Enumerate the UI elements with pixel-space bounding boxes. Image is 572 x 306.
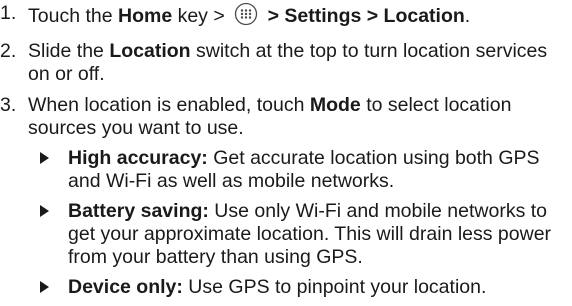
step-number: 2.: [0, 40, 17, 62]
list-item-battery-saving: Battery saving: Use only Wi-Fi and mobil…: [28, 200, 572, 269]
step-1: 1. Touch the Home key > > Settings > Loc…: [0, 2, 572, 32]
step-number: 1.: [0, 2, 17, 24]
apps-launcher-icon: [234, 2, 258, 32]
option-term: Device only:: [68, 276, 183, 298]
step-text: When location is enabled, touch: [28, 94, 310, 116]
mode-options-list: High accuracy: Get accurate location usi…: [28, 147, 572, 299]
bullet-arrow-icon: [40, 205, 49, 217]
home-key-label: Home: [117, 5, 173, 27]
step-text: Slide the: [28, 40, 110, 62]
list-item-high-accuracy: High accuracy: Get accurate location usi…: [28, 147, 572, 193]
option-term: Battery saving:: [68, 200, 209, 222]
step-text: .: [464, 5, 471, 27]
bullet-arrow-icon: [40, 152, 49, 164]
step-number: 3.: [0, 94, 17, 116]
bullet-arrow-icon: [40, 281, 49, 293]
location-switch-label: Location: [109, 40, 191, 62]
mode-label: Mode: [309, 94, 361, 116]
instructions-document: 1. Touch the Home key > > Settings > Loc…: [0, 0, 572, 306]
step-text: key >: [172, 5, 231, 27]
option-term: High accuracy:: [68, 147, 208, 169]
settings-location-path: > Settings > Location: [262, 5, 465, 27]
step-2: 2. Slide the Location switch at the top …: [0, 40, 572, 86]
list-item-device-only: Device only: Use GPS to pinpoint your lo…: [28, 276, 572, 299]
option-description: Use GPS to pinpoint your location.: [182, 276, 487, 298]
step-3: 3. When location is enabled, touch Mode …: [0, 94, 572, 299]
step-text: Touch the: [28, 5, 118, 27]
